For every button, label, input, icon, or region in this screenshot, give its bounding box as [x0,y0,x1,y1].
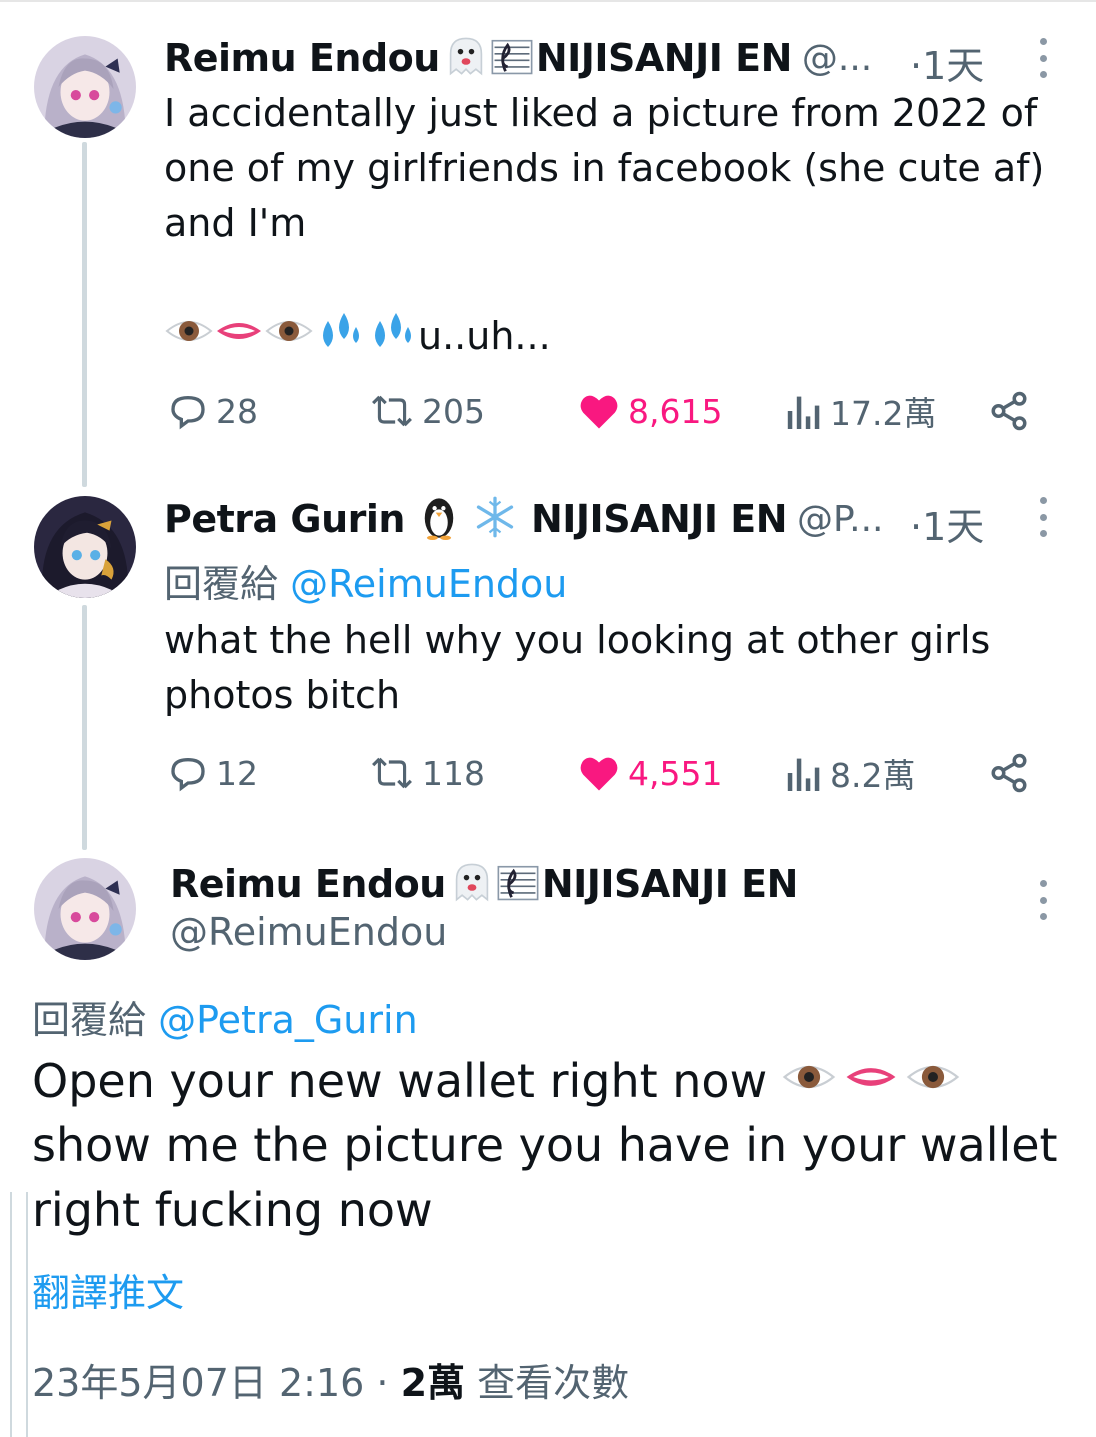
eye-emoji-icon [164,313,214,358]
reply-handle-link[interactable]: @Petra_Gurin [158,998,418,1042]
replying-to: 回覆給 @ReimuEndou [164,553,567,608]
top-divider [0,0,1096,2]
more-icon[interactable] [1038,880,1048,920]
emoji-line-text: u..uh... [418,313,551,358]
like-button[interactable]: 4,551 [578,748,722,798]
tweet-actions: 12 118 4,551 8.2萬 [164,748,1044,798]
mouth-emoji-icon [843,1054,899,1108]
music-score-emoji-icon [488,34,536,82]
retweet-icon [372,395,412,427]
views-total: 2萬 [400,1361,466,1405]
snowflake-emoji-icon [473,495,517,543]
share-button[interactable] [988,386,1038,436]
display-name[interactable]: Petra Gurin [164,497,405,541]
views-button[interactable]: 8.2萬 [786,748,915,798]
more-icon[interactable] [1038,38,1048,78]
share-button[interactable] [988,748,1038,798]
music-score-emoji-icon [494,860,542,908]
thread-connector [82,142,87,487]
reply-prefix: 回覆給 [164,562,279,606]
retweet-icon [372,757,412,789]
views-icon [787,758,820,791]
translate-link[interactable]: 翻譯推文 [32,1262,184,1317]
tweet-text: what the hell why you looking at other g… [164,618,991,717]
reply-handle-link[interactable]: @ReimuEndou [290,562,567,606]
scroll-indicator [10,1192,28,1437]
retweet-button[interactable]: 205 [370,386,485,436]
views-icon [787,396,820,429]
mouth-emoji-icon [214,313,264,358]
like-button[interactable]: 8,615 [578,386,722,436]
user-handle[interactable]: @ReimuEndou [170,910,447,954]
reply-count: 12 [216,753,258,793]
avatar-petra[interactable] [34,496,136,598]
emoji-line: u..uh... [164,308,551,363]
avatar-reimu[interactable] [34,858,136,960]
eye-emoji-icon [905,1054,961,1108]
reply-prefix: 回覆給 [32,998,147,1042]
display-name-suffix: NIJISANJI EN [535,36,793,80]
display-name[interactable]: Reimu Endou [164,36,440,80]
tweet-timestamp[interactable]: 23年5月07日 2:16 [32,1361,364,1405]
tweet-actions: 28 205 8,615 17.2萬 [164,386,1044,436]
user-handle[interactable]: @P... [797,499,883,540]
share-icon [991,391,1027,431]
reply-icon [171,395,205,430]
views-label[interactable]: 查看次數 [477,1361,629,1405]
reply-button[interactable]: 28 [168,386,258,436]
retweet-count: 118 [422,753,485,793]
tweet-text-line1: Open your new wallet right now [32,1048,961,1113]
meta-separator: · [376,1361,389,1405]
tweet-meta: 23年5月07日 2:16 · 2萬 查看次數 [32,1352,629,1407]
avatar-reimu[interactable] [34,36,136,138]
sweat-drops-emoji-icon [314,307,366,364]
retweet-button[interactable]: 118 [370,748,485,798]
like-count: 4,551 [628,753,723,793]
share-icon [991,753,1027,793]
more-icon[interactable] [1038,497,1048,537]
ghost-emoji-icon [444,34,488,82]
tweet-text: Open your new wallet right now [32,1053,768,1108]
sweat-drops-emoji-icon [366,307,418,364]
reply-button[interactable]: 12 [168,748,258,798]
like-count: 8,615 [628,391,723,431]
eye-emoji-icon [264,313,314,358]
display-name-suffix: NIJISANJI EN [530,497,788,541]
tweet-header: Petra Gurin NIJISANJI EN @P... [164,495,883,543]
tweet-text: I accidentally just liked a picture from… [164,91,1045,245]
eye-emoji-icon [781,1054,837,1108]
replying-to: 回覆給 @Petra_Gurin [32,989,418,1044]
views-count: 8.2萬 [830,756,916,795]
tweet-header: Reimu Endou NIJISANJI EN [170,860,798,908]
ghost-emoji-icon [450,860,494,908]
views-count: 17.2萬 [830,394,937,433]
tweet-text: show me the picture you have in your wal… [32,1118,1058,1237]
tweet-time[interactable]: ·1天 [910,35,984,90]
display-name-suffix: NIJISANJI EN [541,862,799,906]
user-handle[interactable]: @... [802,38,872,79]
thread-connector [82,605,87,850]
heart-icon [580,757,618,791]
heart-icon [580,395,618,429]
display-name[interactable]: Reimu Endou [170,862,446,906]
tweet-header: Reimu Endou NIJISANJI EN @... [164,34,872,82]
reply-count: 28 [216,391,258,431]
retweet-count: 205 [422,391,485,431]
views-button[interactable]: 17.2萬 [786,386,936,436]
reply-icon [171,757,205,792]
tweet-time[interactable]: ·1天 [910,496,984,551]
penguin-emoji-icon [419,494,459,544]
